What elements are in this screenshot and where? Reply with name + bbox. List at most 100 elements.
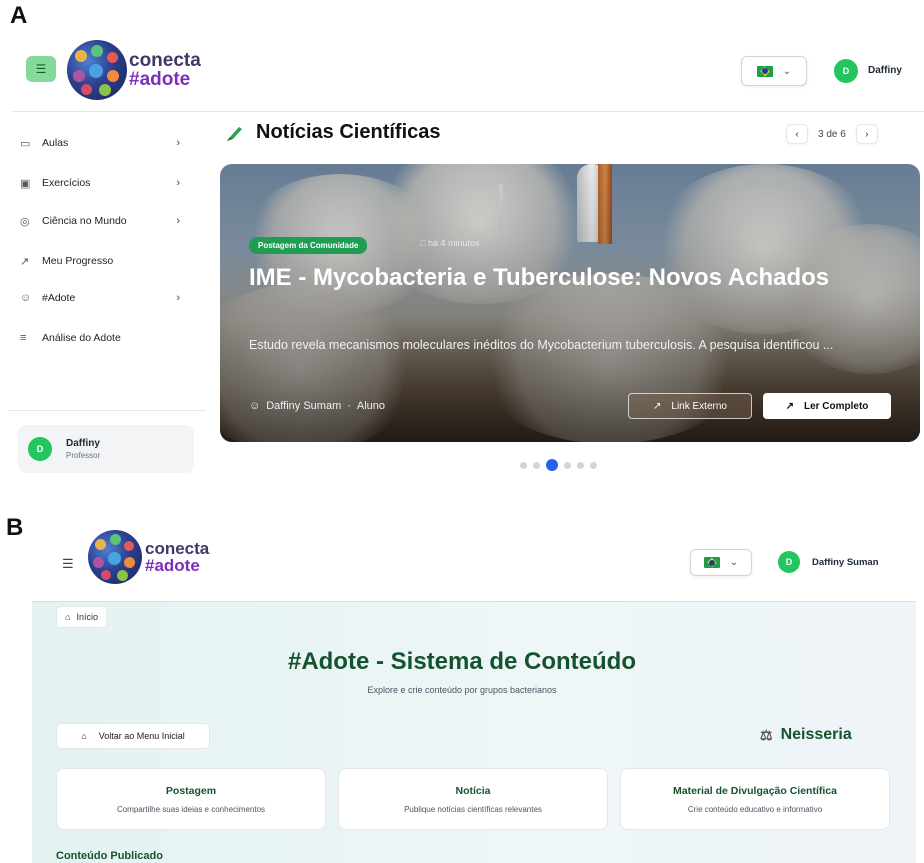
sidebar-item-label: Exercícios — [42, 177, 91, 189]
back-to-menu-button[interactable]: ⌂ Voltar ao Menu Inicial — [56, 723, 210, 749]
shapes-icon: ▣ — [20, 177, 31, 190]
globe-icon: ◎ — [20, 215, 30, 228]
chevron-down-icon: ⌄ — [729, 557, 739, 568]
card-title: Material de Divulgação Científica — [673, 785, 837, 797]
carousel-dot[interactable] — [564, 461, 571, 469]
sidebar-item-label: Aulas — [42, 137, 69, 149]
avatar: D — [28, 437, 52, 461]
home-icon: ⌂ — [65, 612, 71, 622]
sidebar-divider — [8, 410, 206, 411]
sidebar-item-meu-progresso[interactable]: ↗ Meu Progresso — [20, 250, 190, 272]
page-subtitle: Explore e crie conteúdo por grupos bacte… — [367, 685, 557, 695]
top-bar: ☰ conecta #adote ⌄ D Daffiny — [12, 30, 924, 112]
card-description: Compartilhe suas ideias e conhecimentos — [116, 805, 266, 814]
external-link-label: Link Externo — [671, 400, 727, 412]
sidebar-user-card[interactable]: D Daffiny Professor — [18, 425, 194, 473]
header-divider — [32, 601, 916, 602]
chevron-down-icon: ⌄ — [782, 65, 792, 77]
avatar[interactable]: D — [778, 551, 800, 573]
brazil-flag-icon — [756, 65, 773, 77]
sidebar-item-exerc-cios[interactable]: ▣ Exercícios › — [20, 172, 190, 194]
card-description: Publique notícias científicas relevantes — [404, 805, 542, 814]
pager-count: 3 de 6 — [818, 128, 846, 140]
sidebar-item-aulas[interactable]: ▭ Aulas › — [20, 132, 190, 154]
separator: · — [347, 400, 351, 412]
sidebar-user-role: Professor — [66, 451, 101, 460]
avatar[interactable]: D — [834, 59, 858, 83]
published-content-heading: Conteúdo Publicado — [56, 850, 163, 862]
news-title: IME - Mycobacteria e Tuberculose: Novos … — [249, 264, 830, 291]
user-name[interactable]: Daffiny Suman — [812, 557, 879, 568]
news-pager: ‹ 3 de 6 › — [786, 124, 878, 144]
user-icon: ☺ — [249, 400, 261, 412]
sidebar-item-adote[interactable]: ☺ #Adote › — [20, 287, 190, 309]
prev-button[interactable]: ‹ — [786, 124, 808, 144]
logo[interactable]: conecta #adote — [67, 40, 201, 100]
author-name: Daffiny Sumam — [266, 400, 342, 412]
author-role: Aluno — [356, 400, 386, 412]
section-header: Notícias Científicas — [224, 121, 441, 144]
user-name[interactable]: Daffiny — [868, 65, 902, 76]
language-select[interactable]: ⌄ — [690, 549, 752, 576]
carousel-dot[interactable] — [577, 461, 584, 469]
chart-icon: ≡ — [20, 332, 27, 344]
language-select[interactable]: ⌄ — [741, 56, 807, 86]
sidebar-item-an-lise-do-adote[interactable]: ≡ Análise do Adote — [20, 327, 190, 349]
bacteria-group-name: Neisseria — [780, 726, 852, 743]
trend-icon: ↗ — [20, 255, 30, 268]
carousel-dot[interactable] — [546, 459, 558, 471]
section-title: Notícias Científicas — [256, 121, 441, 143]
carousel-dot[interactable] — [533, 461, 540, 469]
community-post-badge: Postagem da Comunidade — [249, 237, 368, 254]
sidebar-item-ci-ncia-no-mundo[interactable]: ◎ Ciência no Mundo › — [20, 210, 190, 232]
brand-line-1: conecta — [145, 539, 210, 558]
sidebar-item-label: #Adote — [42, 292, 76, 304]
menu-icon[interactable]: ☰ — [26, 56, 56, 82]
breadcrumb[interactable]: ⌂ Início — [56, 606, 107, 628]
card-title: Postagem — [165, 785, 217, 797]
carousel-dots — [520, 459, 597, 471]
logo-mark-icon — [67, 40, 127, 100]
monitor-icon: ▭ — [20, 137, 31, 150]
card-postagem[interactable]: Postagem Compartilhe suas ideias e conhe… — [56, 768, 326, 830]
brand-line-2: #adote — [145, 556, 200, 575]
external-link-button[interactable]: ↗ Link Externo — [628, 393, 752, 419]
page-title: #Adote - Sistema de Conteúdo — [287, 648, 637, 675]
news-author: ☺ Daffiny Sumam · Aluno — [249, 400, 385, 412]
post-time-text: há 4 minutos — [427, 238, 480, 248]
breadcrumb-label: Início — [76, 612, 98, 622]
card-noticia[interactable]: Notícia Publique notícias científicas re… — [338, 768, 608, 830]
sidebar-user-name: Daffiny — [66, 438, 100, 449]
microscope-icon: ⚖ — [760, 726, 773, 743]
brand-line-2: #adote — [129, 69, 191, 90]
calendar-icon: □ — [420, 238, 426, 248]
menu-icon[interactable]: ☰ — [62, 556, 74, 572]
chevron-right-icon: › — [176, 177, 180, 189]
external-link-icon: ↗ — [653, 400, 662, 412]
carousel-dot[interactable] — [520, 461, 527, 469]
person-icon: ☺ — [20, 292, 32, 304]
logo-mark-icon — [88, 530, 142, 584]
post-time: □ há 4 minutos — [420, 238, 479, 248]
news-description: Estudo revela mecanismos moleculares iné… — [249, 338, 834, 352]
news-hero-card[interactable]: Postagem da Comunidade □ há 4 minutos IM… — [220, 164, 920, 442]
read-full-button[interactable]: ↗ Ler Completo — [763, 393, 891, 419]
next-button[interactable]: › — [855, 124, 878, 144]
home-icon: ⌂ — [81, 731, 87, 741]
chevron-right-icon: › — [176, 292, 180, 304]
card-title: Notícia — [455, 785, 491, 797]
brand-line-1: conecta — [129, 50, 201, 71]
sidebar-item-label: Análise do Adote — [42, 332, 121, 344]
read-full-label: Ler Completo — [803, 400, 869, 412]
chevron-right-icon: › — [176, 137, 180, 149]
card-description: Crie conteúdo educativo e informativo — [687, 805, 823, 814]
carousel-dot[interactable] — [590, 461, 597, 469]
panel-label-a: A — [10, 2, 28, 29]
external-link-icon: ↗ — [785, 400, 794, 412]
sidebar-item-label: Ciência no Mundo — [42, 215, 127, 227]
chevron-right-icon: › — [176, 215, 180, 227]
back-button-label: Voltar ao Menu Inicial — [98, 731, 185, 741]
brush-icon — [227, 126, 242, 141]
card-material[interactable]: Material de Divulgação Científica Crie c… — [620, 768, 890, 830]
logo[interactable]: conecta #adote — [88, 530, 209, 584]
